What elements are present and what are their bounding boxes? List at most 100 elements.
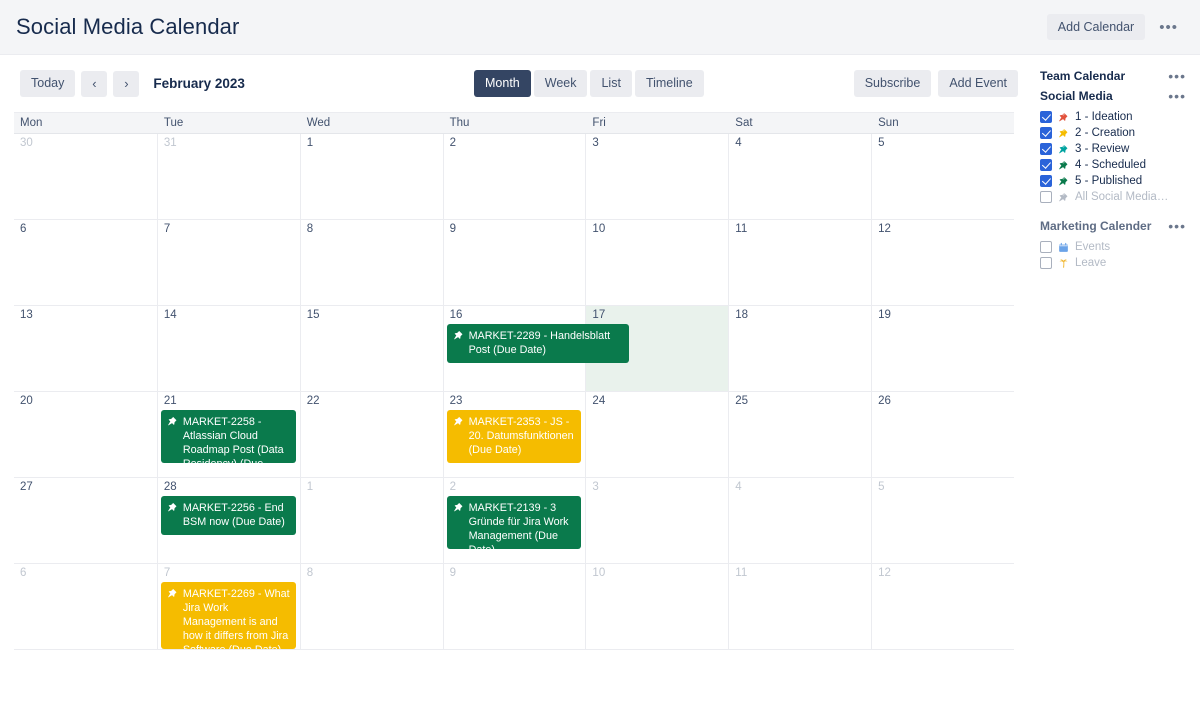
day-cell[interactable]: 7 (156, 220, 300, 305)
calendar-list-item[interactable]: 4 - Scheduled (1040, 157, 1188, 173)
calendar-group: Marketing Calender ••• Events Leave (1040, 219, 1188, 271)
day-cell[interactable]: 4 (728, 478, 871, 563)
day-cell[interactable]: 11 (728, 220, 871, 305)
weekday-header-wed: Wed (299, 113, 443, 133)
day-cell[interactable]: 1 (299, 478, 443, 563)
weekday-header-row: Mon Tue Wed Thu Fri Sat Sun (14, 113, 1014, 134)
calendar-visibility-checkbox[interactable] (1040, 191, 1052, 203)
calendar-group-header: Social Media ••• (1040, 89, 1188, 103)
jira-pin-icon (167, 502, 178, 513)
day-cell[interactable]: 19 (871, 306, 1014, 391)
day-number: 11 (735, 223, 748, 235)
day-cell[interactable]: 12 (871, 220, 1014, 305)
day-number: 5 (878, 481, 885, 493)
day-cell[interactable]: 30 (14, 134, 157, 219)
day-cell[interactable]: 20 (14, 392, 157, 477)
view-button-timeline[interactable]: Timeline (634, 70, 704, 97)
calendar-list-item[interactable]: All Social Media… (1040, 189, 1188, 205)
calendar-event[interactable]: MARKET-2258 - Atlassian Cloud Roadmap Po… (160, 410, 296, 463)
day-cell[interactable]: 9 (442, 564, 586, 649)
prev-month-button[interactable]: ‹ (81, 70, 108, 97)
next-month-button[interactable]: › (113, 70, 140, 97)
day-cell[interactable]: 25 (728, 392, 871, 477)
day-cell[interactable]: 3 (585, 134, 728, 219)
day-cell[interactable]: 31 (156, 134, 300, 219)
calendar-event[interactable]: MARKET-2269 - What Jira Work Management … (160, 582, 296, 649)
day-cell[interactable]: 10 (585, 220, 728, 305)
add-calendar-button[interactable]: Add Calendar (1046, 13, 1146, 41)
day-cell[interactable]: 15 (299, 306, 443, 391)
week-row: 6 7 8 9 10 11 12 (14, 220, 1014, 306)
day-cell[interactable]: 6 (14, 220, 157, 305)
day-cell[interactable]: 9 (442, 220, 586, 305)
view-button-month[interactable]: Month (474, 70, 531, 97)
calendar-group-title: Social Media (1040, 89, 1113, 103)
jira-pin-icon (1058, 112, 1069, 123)
calendar-list-item[interactable]: 2 - Creation (1040, 125, 1188, 141)
page-title: Social Media Calendar (16, 14, 240, 39)
day-cell[interactable]: 1 (299, 134, 443, 219)
calendar-visibility-checkbox[interactable] (1040, 127, 1052, 139)
calendar-list-item[interactable]: Events (1040, 239, 1188, 255)
calendar-event[interactable]: MARKET-2289 - Handelsblatt Post (Due Dat… (446, 324, 629, 363)
week-row: 27 28 1 2 3 4 5 MARKET-2256 - End BSM now (Due … (14, 478, 1014, 564)
calendar-visibility-checkbox[interactable] (1040, 257, 1052, 269)
today-button[interactable]: Today (20, 70, 76, 97)
day-cell[interactable]: 2 (442, 134, 586, 219)
day-number: 4 (735, 137, 742, 149)
day-cell[interactable]: 6 (14, 564, 157, 649)
calendar-event[interactable]: MARKET-2139 - 3 Gründe für Jira Work Man… (446, 496, 582, 549)
day-cell[interactable]: 8 (299, 564, 443, 649)
current-month-label: February 2023 (153, 76, 245, 91)
add-event-button[interactable]: Add Event (938, 70, 1018, 97)
calendar-list-item[interactable]: Leave (1040, 255, 1188, 271)
jira-pin-icon (1058, 192, 1069, 203)
calendar-group-more-icon[interactable]: ••• (1166, 219, 1188, 233)
day-cell[interactable]: 10 (585, 564, 728, 649)
calendar-event[interactable]: MARKET-2256 - End BSM now (Due Date) (160, 496, 296, 535)
header-more-icon[interactable]: ••• (1151, 14, 1186, 41)
calendar-visibility-checkbox[interactable] (1040, 159, 1052, 171)
team-calendar-more-icon[interactable]: ••• (1166, 69, 1188, 83)
day-cell[interactable]: 24 (585, 392, 728, 477)
subscribe-button[interactable]: Subscribe (853, 70, 932, 97)
app-header: Social Media Calendar Add Calendar ••• (0, 0, 1200, 55)
calendar-group-more-icon[interactable]: ••• (1166, 89, 1188, 103)
weekday-header-sun: Sun (871, 113, 1014, 133)
calendar-event[interactable]: MARKET-2353 - JS - 20. Datumsfunktionen … (446, 410, 582, 463)
calendar-visibility-checkbox[interactable] (1040, 175, 1052, 187)
jira-pin-icon (453, 330, 464, 341)
day-cell[interactable]: 3 (585, 478, 728, 563)
calendar-icon (1058, 242, 1069, 253)
calendar-visibility-checkbox[interactable] (1040, 241, 1052, 253)
day-cell[interactable]: 22 (299, 392, 443, 477)
view-button-list[interactable]: List (590, 70, 632, 97)
calendar-list-item[interactable]: 5 - Published (1040, 173, 1188, 189)
day-cell[interactable]: 14 (156, 306, 300, 391)
calendar-list-item[interactable]: 1 - Ideation (1040, 109, 1188, 125)
calendar-group: Social Media ••• 1 - Ideation 2 - Creation 3… (1040, 89, 1188, 205)
day-number: 25 (735, 395, 749, 407)
calendar-visibility-checkbox[interactable] (1040, 143, 1052, 155)
day-number: 12 (878, 223, 891, 235)
day-number: 26 (878, 395, 891, 407)
day-cell[interactable]: 12 (871, 564, 1014, 649)
weekday-header-sat: Sat (728, 113, 871, 133)
day-cell[interactable]: 18 (728, 306, 871, 391)
day-cell[interactable]: 26 (871, 392, 1014, 477)
day-number: 17 (592, 309, 606, 321)
day-number: 18 (735, 309, 749, 321)
calendar-list-item[interactable]: 3 - Review (1040, 141, 1188, 157)
day-cell[interactable]: 5 (871, 134, 1014, 219)
day-number: 8 (306, 223, 314, 235)
day-cell[interactable]: 4 (728, 134, 871, 219)
day-cell[interactable]: 27 (14, 478, 157, 563)
day-number: 19 (878, 309, 891, 321)
calendar-visibility-checkbox[interactable] (1040, 111, 1052, 123)
day-cell[interactable]: 5 (871, 478, 1014, 563)
day-cell[interactable]: 8 (299, 220, 443, 305)
day-cell[interactable]: 13 (14, 306, 157, 391)
day-number: 14 (163, 309, 177, 321)
day-cell[interactable]: 11 (728, 564, 871, 649)
view-button-week[interactable]: Week (533, 70, 588, 97)
